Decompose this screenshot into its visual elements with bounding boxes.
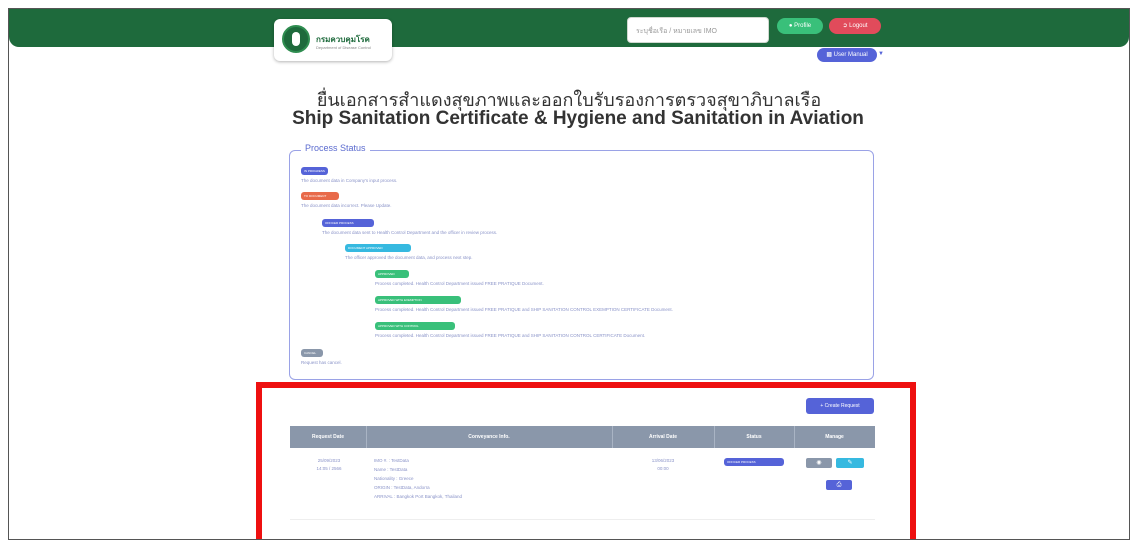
status-desc: The document data in Company's input pro… — [301, 178, 398, 183]
badge-document-approved: Document Approved — [345, 244, 411, 252]
status-desc: Process completed. Health Control Depart… — [375, 333, 646, 338]
logo-subtext: Department of Disease Control — [316, 45, 371, 50]
logo-emblem-icon — [282, 25, 310, 53]
badge-cancel: Cancel — [301, 349, 323, 357]
badge-approved-with-exemption: Approved with Exemption — [375, 296, 461, 304]
status-desc: Request has cancel. — [301, 360, 342, 365]
search-input[interactable]: ระบุชื่อเรือ / หมายเลข IMO — [627, 17, 769, 43]
site-logo[interactable]: กรมควบคุมโรค Department of Disease Contr… — [274, 19, 392, 61]
badge-approved-with-control: Approved with Control — [375, 322, 455, 330]
status-desc: The officer approved the document data, … — [345, 255, 473, 260]
badge-approved: Approved — [375, 270, 409, 278]
page-title-english: Ship Sanitation Certificate & Hygiene an… — [292, 108, 864, 129]
status-desc: Process completed. Health Control Depart… — [375, 281, 544, 286]
status-desc: The document data sent to Health Control… — [322, 230, 498, 235]
badge-officer-process: Officer Process — [322, 219, 374, 227]
highlight-box — [256, 382, 916, 539]
status-desc: Process completed. Health Control Depart… — [375, 307, 673, 312]
browser-viewport: กรมควบคุมโรค Department of Disease Contr… — [8, 8, 1130, 540]
top-navbar — [9, 9, 1129, 47]
process-status-legend: Process Status — [301, 143, 370, 153]
caret-down-icon: ▼ — [878, 51, 884, 57]
process-status-panel — [289, 150, 874, 380]
user-manual-button[interactable]: ▩ User Manual — [817, 48, 877, 62]
logout-button[interactable]: ➲ Logout — [829, 18, 881, 34]
badge-to-document: To Document — [301, 192, 339, 200]
book-icon: ▩ — [826, 52, 834, 58]
status-desc: The document data incorrect. Please Upda… — [301, 203, 392, 208]
profile-button[interactable]: ● Profile — [777, 18, 823, 34]
badge-in-progress: In Progress — [301, 167, 328, 175]
